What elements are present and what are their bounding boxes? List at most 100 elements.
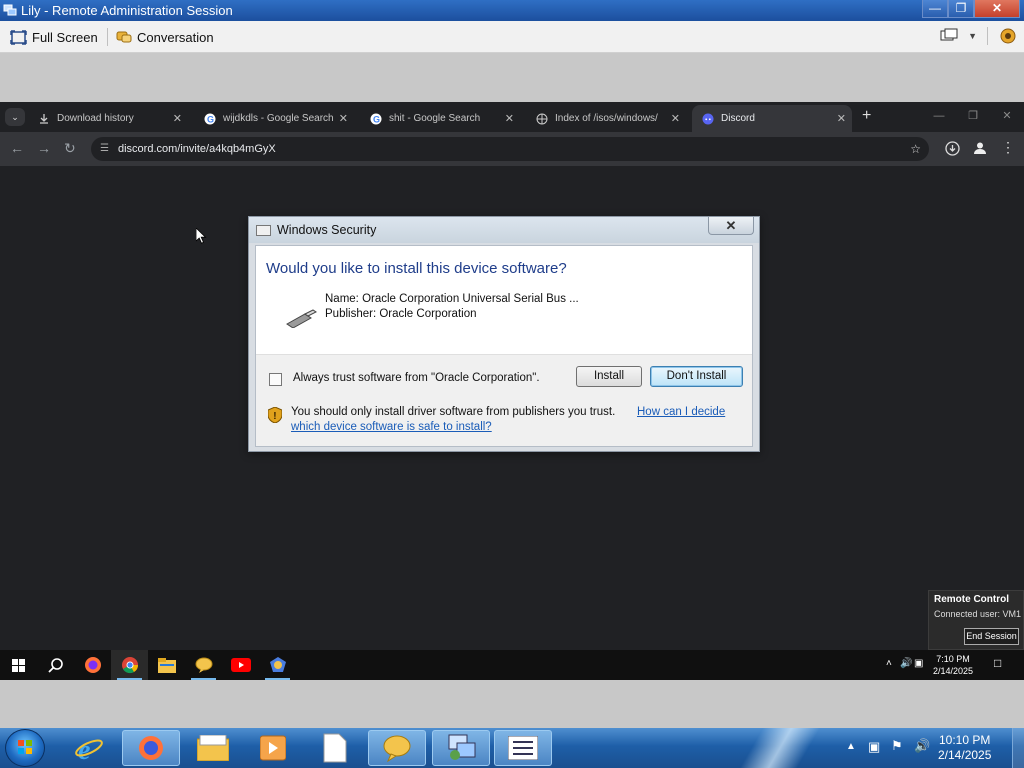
firefox-taskbar-icon[interactable] — [122, 730, 180, 766]
speaker-icon[interactable]: 🔊 — [914, 738, 930, 754]
ra-toolbar: Full Screen Conversation ▼ — [0, 21, 1024, 53]
host-taskbar: e ▲ ▣ ⚑ 🔊 10:10 PM 2/14/2025 — [0, 728, 1024, 768]
flag-icon[interactable]: ⚑ — [891, 738, 903, 754]
tab-label: Discord — [721, 113, 755, 124]
help-link[interactable]: How can I decide — [637, 406, 725, 418]
end-session-button[interactable]: End Session — [964, 628, 1019, 645]
dialog-body: Would you like to install this device so… — [255, 245, 753, 447]
tab-search-button[interactable]: ⌄ — [5, 108, 25, 126]
tab-index-isos[interactable]: Index of /isos/windows/ ✕ — [526, 105, 686, 132]
remote-taskbar: ˄ 🔊 ▣ 7:10 PM 2/14/2025 □ — [0, 650, 1024, 680]
tab-discord[interactable]: Discord ✕ — [692, 105, 852, 132]
always-trust-checkbox[interactable] — [269, 373, 282, 386]
app-icon[interactable] — [259, 650, 296, 680]
browser-tabstrip: ⌄ Download history ✕ G wijdkdls - Google… — [0, 102, 1024, 132]
tab-close-icon[interactable]: ✕ — [671, 112, 680, 125]
conversation-icon — [116, 31, 132, 43]
host-date: 2/14/2025 — [938, 748, 992, 762]
full-screen-button[interactable]: Full Screen — [10, 27, 98, 47]
google-icon: G — [204, 113, 216, 125]
bookmark-star-icon[interactable]: ☆ — [910, 137, 921, 161]
downloads-icon[interactable] — [945, 141, 960, 156]
dialog-content: Would you like to install this device so… — [256, 246, 752, 354]
tab-google-search-2[interactable]: G shit - Google Search ✕ — [360, 105, 520, 132]
host-clock[interactable]: 10:10 PM 2/14/2025 — [938, 733, 991, 763]
maximize-button[interactable]: ❐ — [948, 0, 974, 18]
connected-user-text: Connected user: VM1 — [934, 609, 1022, 619]
back-icon[interactable]: ← — [10, 140, 24, 156]
internet-explorer-icon[interactable]: e — [60, 730, 118, 766]
address-bar[interactable]: ☰ discord.com/invite/a4kqb4mGyX ☆ — [91, 137, 929, 161]
remote-assistance-icon — [3, 4, 17, 16]
youtube-icon[interactable] — [222, 650, 259, 680]
tab-label: shit - Google Search — [389, 113, 481, 124]
help-settings-icon[interactable] — [998, 27, 1018, 45]
new-tab-button[interactable]: + — [862, 107, 871, 125]
minimize-button[interactable]: — — [922, 0, 948, 18]
dialog-question: Would you like to install this device so… — [266, 260, 567, 277]
help-link-continued[interactable]: which device software is safe to install… — [291, 421, 492, 433]
shield-warning-icon: ! — [268, 407, 282, 423]
discord-icon — [702, 113, 714, 125]
document-icon[interactable] — [306, 730, 364, 766]
reload-icon[interactable]: ↻ — [64, 140, 76, 157]
mouse-cursor-icon — [196, 228, 207, 244]
full-screen-icon — [10, 29, 27, 45]
close-button[interactable]: ✕ — [974, 0, 1020, 18]
chrome-icon[interactable] — [111, 650, 148, 680]
menu-icon[interactable]: ⋮ — [1001, 139, 1015, 156]
dialog-close-button[interactable]: ✕ — [708, 217, 754, 235]
chrome-restore-button[interactable]: ❐ — [956, 102, 990, 130]
media-player-icon[interactable] — [244, 730, 302, 766]
profile-icon[interactable] — [973, 141, 987, 155]
display-settings-icon[interactable] — [940, 28, 958, 44]
file-explorer-icon[interactable] — [148, 650, 185, 680]
task-list-icon[interactable] — [494, 730, 552, 766]
dont-install-button[interactable]: Don't Install — [650, 366, 743, 387]
chat-bubble-icon[interactable] — [185, 650, 222, 680]
dialog-title-bar[interactable]: Windows Security ✕ — [249, 217, 759, 243]
security-window-icon — [256, 225, 271, 236]
tray-up-arrow-icon[interactable]: ▲ — [846, 741, 856, 752]
network-icon[interactable]: ▣ — [914, 658, 923, 669]
outer-window-title: Lily - Remote Administration Session — [21, 3, 233, 18]
remote-assistance-taskbar-icon[interactable] — [432, 730, 490, 766]
start-orb-icon[interactable] — [5, 729, 45, 767]
tab-google-search-1[interactable]: G wijdkdls - Google Search ✕ — [194, 105, 354, 132]
conversation-button[interactable]: Conversation — [116, 27, 214, 47]
conversation-taskbar-icon[interactable] — [368, 730, 426, 766]
install-button[interactable]: Install — [576, 366, 642, 387]
tab-close-icon[interactable]: ✕ — [505, 112, 514, 125]
tab-label: wijdkdls - Google Search — [223, 113, 334, 124]
chrome-minimize-button[interactable]: — — [922, 102, 956, 130]
chevron-down-icon[interactable]: ▼ — [968, 31, 977, 41]
chrome-close-button[interactable]: ✕ — [990, 102, 1024, 130]
tray-chevron-icon[interactable]: ˄ — [886, 658, 892, 669]
tab-download-history[interactable]: Download history ✕ — [28, 105, 188, 132]
tab-close-icon[interactable]: ✕ — [837, 112, 846, 125]
search-icon[interactable] — [37, 650, 74, 680]
tab-label: Index of /isos/windows/ — [555, 113, 658, 124]
device-name: Name: Oracle Corporation Universal Seria… — [325, 293, 579, 305]
download-icon — [38, 113, 50, 125]
notifications-icon[interactable]: □ — [994, 656, 1001, 670]
firefox-icon[interactable] — [74, 650, 111, 680]
tab-close-icon[interactable]: ✕ — [173, 112, 182, 125]
google-icon: G — [370, 113, 382, 125]
site-info-icon[interactable]: ☰ — [100, 137, 109, 161]
network-tray-icon[interactable]: ▣ — [868, 739, 880, 755]
show-desktop-button[interactable] — [1012, 728, 1024, 768]
forward-icon[interactable]: → — [37, 140, 51, 156]
windows-start-icon[interactable] — [0, 650, 37, 680]
remote-clock[interactable]: 7:10 PM 2/14/2025 — [930, 653, 976, 677]
tab-close-icon[interactable]: ✕ — [339, 112, 348, 125]
usb-device-icon — [286, 309, 317, 328]
tab-label: Download history — [57, 113, 134, 124]
volume-icon[interactable]: 🔊 — [900, 658, 912, 669]
always-trust-label[interactable]: Always trust software from "Oracle Corpo… — [293, 372, 540, 384]
device-publisher: Publisher: Oracle Corporation — [325, 308, 477, 320]
browser-navbar: ← → ↻ ☰ discord.com/invite/a4kqb4mGyX ☆ … — [0, 132, 1024, 166]
remote-date: 2/14/2025 — [932, 666, 974, 676]
windows-explorer-icon[interactable] — [184, 730, 242, 766]
remote-desktop[interactable]: ⌄ Download history ✕ G wijdkdls - Google… — [0, 102, 1024, 680]
